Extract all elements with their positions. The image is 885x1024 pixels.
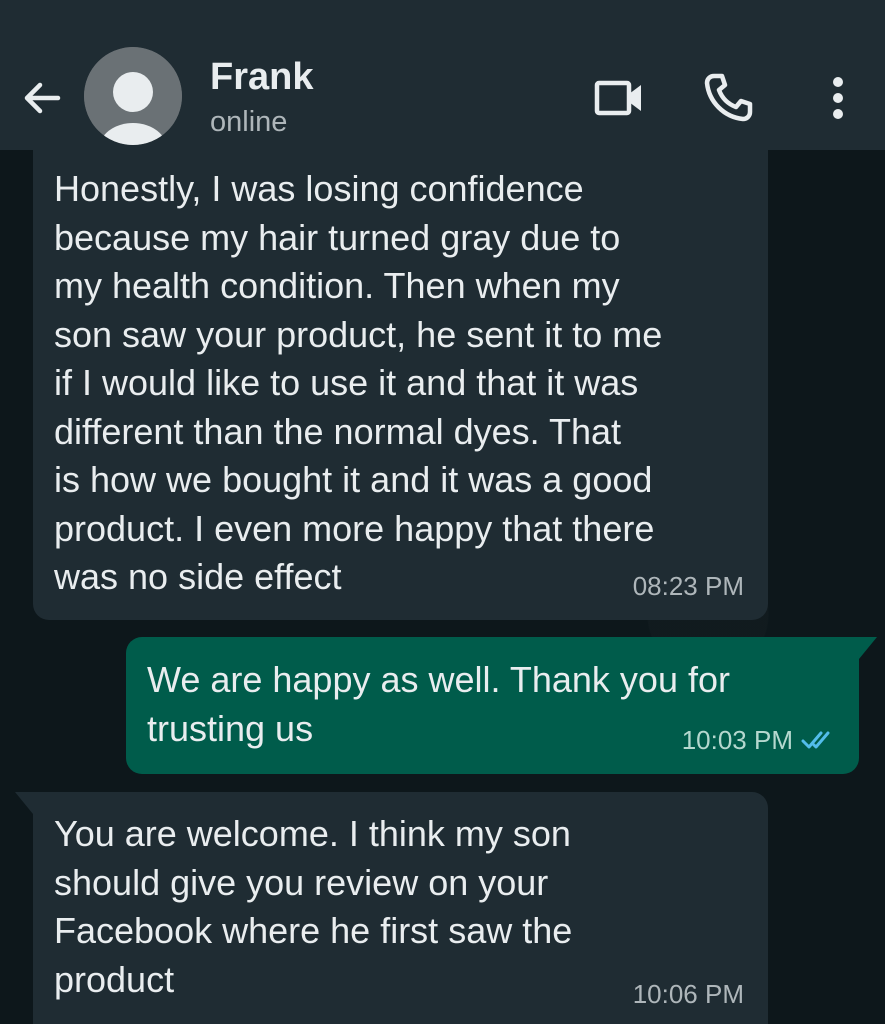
message-bubble-incoming[interactable]: You are welcome. I think my son should g… [33, 792, 768, 1024]
message-text: Honestly, I was losing confidence becaus… [54, 168, 663, 597]
double-check-icon [801, 731, 830, 749]
default-avatar-icon [84, 47, 182, 145]
video-call-button[interactable] [591, 70, 647, 126]
message-time: 10:03 PM [681, 725, 793, 755]
back-button[interactable] [18, 74, 66, 122]
message-text: You are welcome. I think my son should g… [54, 813, 573, 1000]
arrow-left-icon [24, 82, 61, 114]
message-bubble-incoming[interactable]: Honestly, I was losing confidence becaus… [33, 150, 768, 620]
contact-status: online [210, 106, 288, 138]
voice-call-button[interactable] [700, 70, 756, 126]
chat-header: Frank online [0, 0, 885, 150]
video-camera-icon [594, 80, 641, 116]
message-time: 10:06 PM [632, 979, 744, 1009]
more-vertical-icon [833, 77, 843, 119]
message-time: 08:23 PM [632, 571, 744, 601]
message-bubble-outgoing[interactable]: We are happy as well. Thank you for trus… [126, 637, 859, 774]
incoming-bubble-tail [15, 792, 33, 814]
contact-name[interactable]: Frank [210, 56, 313, 99]
contact-avatar[interactable] [84, 47, 182, 145]
phone-icon [704, 73, 753, 122]
outgoing-bubble-tail [859, 637, 877, 659]
more-options-button[interactable] [810, 70, 866, 126]
